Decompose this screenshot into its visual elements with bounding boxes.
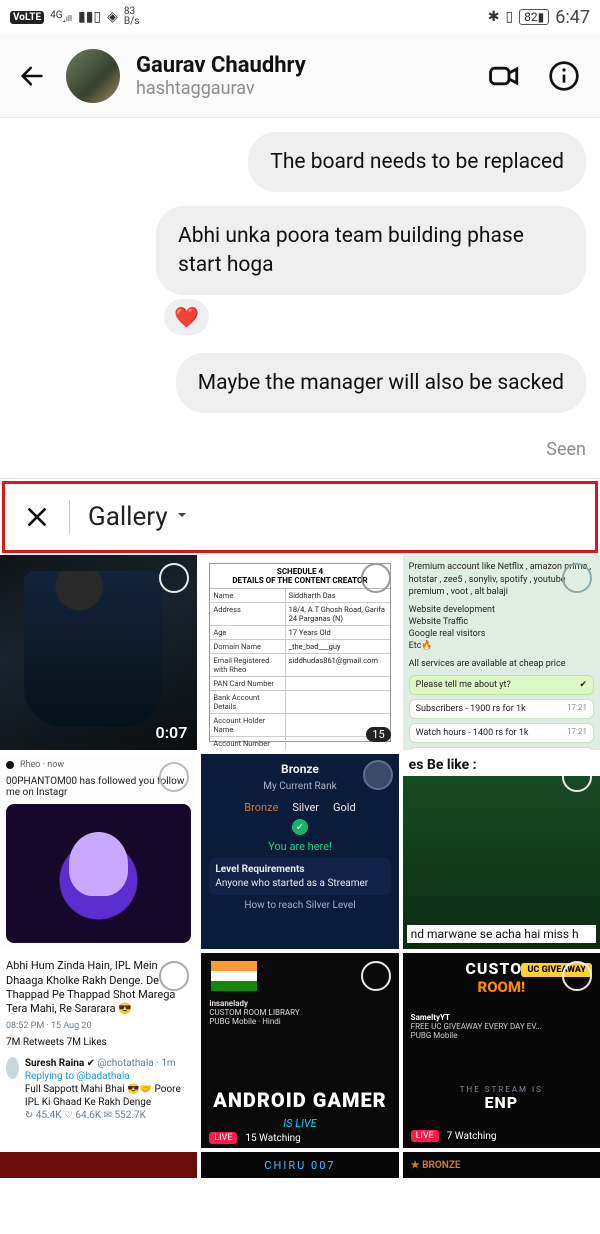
divider: [0, 478, 600, 479]
media-grid[interactable]: 0:07 SCHEDULE 4 DETAILS OF THE CONTENT C…: [0, 555, 600, 1178]
rank-title: Bronze: [281, 762, 319, 776]
tweet-meta: 08:52 PM · 15 Aug 20: [6, 1021, 191, 1033]
select-ring-icon: [562, 762, 592, 792]
media-thumbnail[interactable]: SCHEDULE 4 DETAILS OF THE CONTENT CREATO…: [201, 555, 398, 750]
video-call-button[interactable]: [482, 54, 526, 98]
display-name: Gaurav Chaudhry: [136, 53, 466, 78]
chevron-down-icon: [174, 507, 190, 527]
media-thumbnail[interactable]: CUSTOM ROOM! UC GIVEAWAY SameltyYT FREE …: [403, 953, 600, 1148]
watch-count: 15 Watching: [245, 1133, 300, 1144]
vibrate-icon: ▯: [505, 9, 513, 25]
select-ring-icon: [159, 563, 189, 593]
meme-subtitle: nd marwane se acha hai miss h: [407, 925, 596, 943]
status-right: ✱ ▯ 82▮ 6:47: [488, 7, 590, 28]
wifi-icon: ◈: [107, 9, 118, 25]
sent-message[interactable]: Abhi unka poora team building phase star…: [156, 206, 586, 295]
network-gen: 4G₊ıll: [50, 11, 72, 24]
select-ring-icon: [363, 760, 393, 790]
rank-subtitle: My Current Rank: [263, 781, 336, 792]
media-thumbnail[interactable]: CHIRU 007: [201, 1152, 398, 1178]
message-reaction[interactable]: ❤️: [164, 299, 209, 335]
message-row: Maybe the manager will also be sacked: [14, 353, 586, 413]
message-row: Abhi unka poora team building phase star…: [14, 206, 586, 295]
stream-subtitle: IS LIVE: [201, 1117, 398, 1130]
thumbnail-art: [24, 571, 162, 727]
media-thumbnail[interactable]: Premium account like Netflix , amazon pr…: [403, 555, 600, 750]
requirements-card: Level Requirements Anyone who started as…: [209, 858, 390, 895]
gallery-source-label: Gallery: [88, 502, 168, 532]
thumbnail-art: [6, 804, 191, 943]
username: hashtaggaurav: [136, 78, 466, 99]
avatar-icon: [6, 1057, 19, 1079]
media-thumbnail[interactable]: Bronze My Current Rank Bronze Silver Gol…: [201, 754, 398, 949]
status-left: VoLTE 4G₊ıll ▮▮▯ ◈ 83B/s: [10, 7, 139, 27]
watch-count: 7 Watching: [447, 1131, 497, 1142]
select-ring-icon: [361, 961, 391, 991]
bluetooth-icon: ✱: [488, 9, 500, 25]
media-thumbnail[interactable]: Rheo · now 00PHANTOM00 has followed you …: [0, 754, 197, 949]
stream-info: insanelady CUSTOM ROOM LIBRARY PUBG Mobi…: [209, 999, 299, 1026]
status-bar: VoLTE 4G₊ıll ▮▮▯ ◈ 83B/s ✱ ▯ 82▮ 6:47: [0, 0, 600, 34]
here-label: You are here!: [268, 840, 332, 853]
sent-message[interactable]: The board needs to be replaced: [248, 132, 586, 192]
check-icon: ✔: [579, 679, 587, 691]
media-thumbnail[interactable]: 0:07: [0, 555, 197, 750]
seen-indicator: Seen: [0, 435, 600, 478]
tweet-stats: 7M Retweets 7M Likes: [6, 1036, 191, 1049]
tweet-reply: Suresh Raina ✔ @chotathala · 1m Replying…: [6, 1057, 191, 1122]
profile-name-block[interactable]: Gaurav Chaudhry hashtaggaurav: [136, 53, 466, 99]
select-ring-icon: [361, 563, 391, 593]
media-thumbnail[interactable]: es Be like : nd marwane se acha hai miss…: [403, 754, 600, 949]
how-link: How to reach Silver Level: [244, 900, 355, 911]
signal-icon: ▮▮▯: [78, 9, 101, 25]
reaction-row: ❤️: [164, 299, 586, 335]
flag-icon: [211, 961, 257, 991]
heart-icon: ❤️: [174, 305, 199, 329]
rank-tabs: Bronze Silver Gold: [244, 801, 355, 814]
back-button[interactable]: [14, 58, 50, 94]
live-badge: LIVE: [411, 1130, 439, 1142]
multi-count-badge: 15: [366, 727, 390, 742]
gallery-source-dropdown[interactable]: Gallery: [88, 502, 190, 532]
stream-info: SameltyYT FREE UC GIVEAWAY EVERY DAY EV.…: [411, 1013, 542, 1040]
form-preview: SCHEDULE 4 DETAILS OF THE CONTENT CREATO…: [209, 563, 390, 742]
volte-indicator: VoLTE: [10, 11, 44, 24]
message-list[interactable]: The board needs to be replaced Abhi unka…: [0, 118, 600, 435]
chat-preview: Premium account like Netflix , amazon pr…: [409, 561, 594, 750]
media-thumbnail[interactable]: Abhi Hum Zinda Hain, IPL Mein Dhaaga Kho…: [0, 953, 197, 1148]
net-speed: 83B/s: [124, 7, 140, 27]
stream-title: ENP: [403, 1093, 600, 1112]
media-thumbnail[interactable]: insanelady CUSTOM ROOM LIBRARY PUBG Mobi…: [201, 953, 398, 1148]
avatar[interactable]: [66, 49, 120, 103]
media-thumbnail[interactable]: [0, 1152, 197, 1178]
video-duration: 0:07: [156, 723, 188, 742]
media-thumbnail[interactable]: ★ BRONZE: [403, 1152, 600, 1178]
separator: [69, 500, 70, 534]
battery-indicator: 82▮: [519, 9, 549, 25]
gallery-picker-header: Gallery: [2, 481, 598, 553]
message-row: The board needs to be replaced: [14, 132, 586, 192]
live-badge: LIVE: [209, 1132, 237, 1144]
clock: 6:47: [555, 7, 590, 28]
close-picker-button[interactable]: [23, 503, 51, 531]
sent-message[interactable]: Maybe the manager will also be sacked: [176, 353, 586, 413]
chat-header: Gaurav Chaudhry hashtaggaurav: [0, 34, 600, 118]
check-circle-icon: ✓: [292, 819, 308, 835]
info-button[interactable]: [542, 54, 586, 98]
dot-icon: [6, 761, 14, 769]
stream-title: ANDROID GAMER: [201, 1088, 398, 1112]
